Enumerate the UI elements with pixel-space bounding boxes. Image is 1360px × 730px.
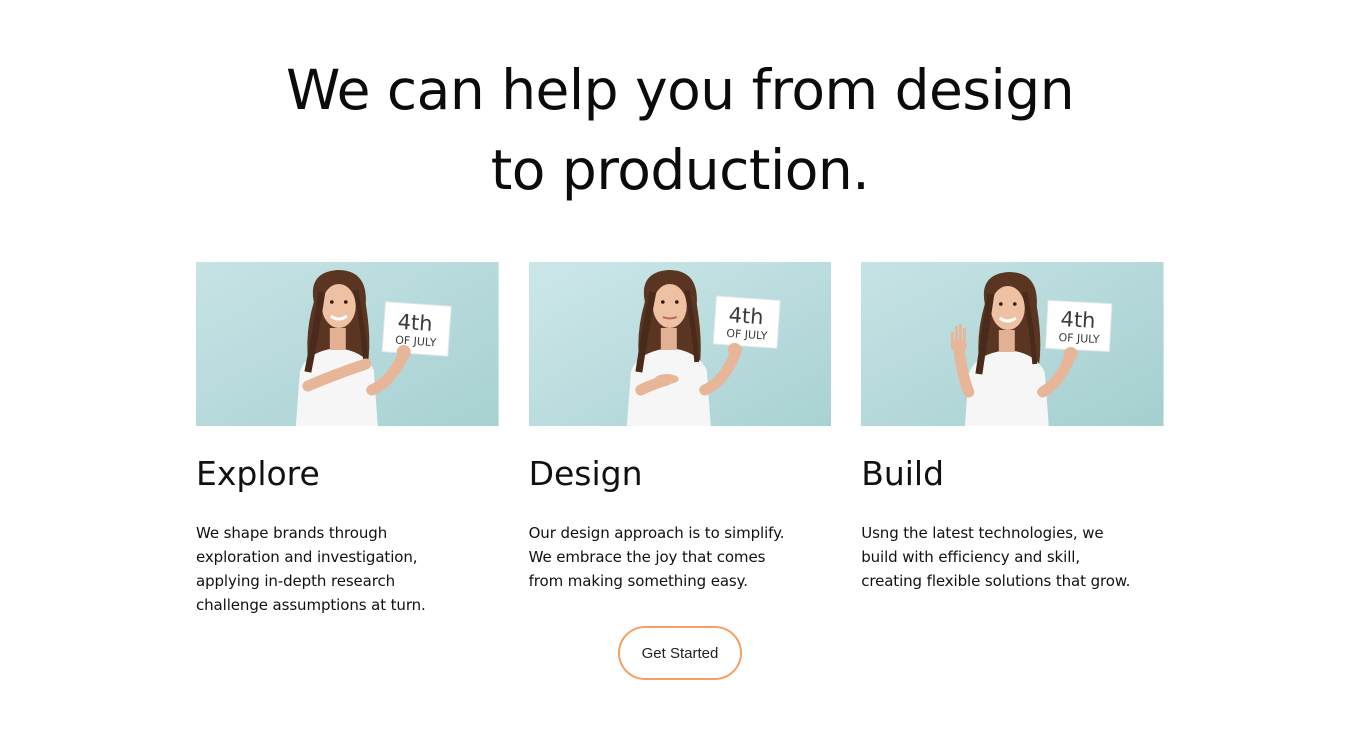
section-headline: We can help you from design to productio… — [0, 50, 1360, 210]
card-title: Design — [528, 454, 643, 493]
sign-text-2: OF JULY — [1058, 331, 1100, 346]
services-section: We can help you from design to productio… — [0, 0, 1360, 730]
card-title: Explore — [196, 454, 320, 493]
service-card-design: 4th OF JULY Design Our design approach i… — [528, 262, 832, 617]
service-cards: 4th OF JULY Explore We shape brands thro… — [196, 262, 1164, 617]
design-image: 4th OF JULY — [528, 262, 832, 426]
service-card-explore: 4th OF JULY Explore We shape brands thro… — [196, 262, 499, 617]
headline-line-1: We can help you from design — [285, 58, 1075, 122]
card-description: Usng the latest technologies, we build w… — [861, 524, 1131, 590]
service-card-build: 4th OF JULY Build Usng the latest techno… — [861, 262, 1164, 617]
card-description: We shape brands through exploration and … — [196, 524, 426, 614]
card-description: Our design approach is to simplify. We e… — [528, 524, 785, 590]
sign-text-1: 4th — [1060, 307, 1096, 333]
sign-text-1: 4th — [397, 310, 433, 336]
build-image: 4th OF JULY — [861, 262, 1164, 426]
card-title: Build — [861, 454, 945, 493]
headline-line-2: to production. — [490, 138, 870, 202]
explore-image: 4th OF JULY — [196, 262, 499, 426]
sign-text-1: 4th — [728, 303, 764, 329]
get-started-button[interactable]: Get Started — [618, 626, 742, 680]
